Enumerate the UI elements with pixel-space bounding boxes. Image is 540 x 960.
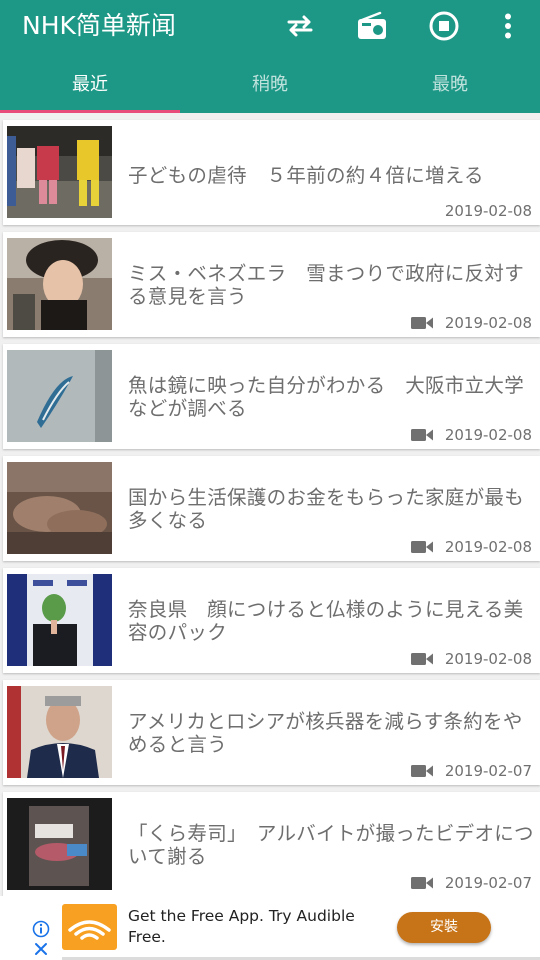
article-date: 2019-02-08 xyxy=(444,314,532,332)
article-thumbnail xyxy=(7,350,112,442)
video-icon xyxy=(410,429,433,441)
video-icon xyxy=(410,317,433,329)
article-card[interactable]: 「くら寿司」 アルバイトが撮ったビデオについて謝る 2019-02-07 xyxy=(3,792,540,897)
video-icon xyxy=(410,541,433,553)
article-card[interactable]: 魚は鏡に映った自分がわかる 大阪市立大学などが調べる 2019-02-08 xyxy=(3,344,540,449)
article-thumbnail xyxy=(7,126,112,218)
article-thumbnail xyxy=(7,574,112,666)
radio-icon xyxy=(358,11,386,39)
article-meta: 2019-02-08 xyxy=(445,202,532,220)
tab-indicator xyxy=(0,110,180,113)
article-title: 子どもの虐待 ５年前の約４倍に増える xyxy=(128,164,484,187)
radio-button[interactable] xyxy=(352,6,392,46)
tab-latest[interactable]: 最晚 xyxy=(360,60,540,113)
tab-recent[interactable]: 最近 xyxy=(0,60,180,113)
article-card[interactable]: 子どもの虐待 ５年前の約４倍に増える 2019-02-08 xyxy=(3,120,540,225)
article-meta: 2019-02-08 xyxy=(410,538,532,556)
video-icon xyxy=(410,877,433,889)
article-thumbnail xyxy=(7,238,112,330)
stop-icon xyxy=(429,11,459,41)
article-title: 「くら寿司」 アルバイトが撮ったビデオについて謝る xyxy=(128,822,534,868)
article-date: 2019-02-08 xyxy=(444,650,532,668)
article-meta: 2019-02-07 xyxy=(410,762,532,780)
info-icon[interactable] xyxy=(32,920,50,938)
article-thumbnail xyxy=(7,686,112,778)
article-title: ミス・ベネズエラ 雪まつりで政府に反対する意見を言う xyxy=(128,262,525,308)
close-icon[interactable] xyxy=(33,941,49,957)
article-thumbnail xyxy=(7,462,112,554)
article-thumbnail xyxy=(7,798,112,890)
article-title: アメリカとロシアが核兵器を減らす条約をやめると言う xyxy=(128,710,523,756)
article-card[interactable]: アメリカとロシアが核兵器を減らす条約をやめると言う 2019-02-07 xyxy=(3,680,540,785)
article-meta: 2019-02-08 xyxy=(410,650,532,668)
app-title: NHK简单新闻 xyxy=(22,11,176,40)
install-button[interactable]: 安裝 xyxy=(397,912,491,943)
app-bar: NHK简单新闻 最近 稍晚 最晚 xyxy=(0,0,540,113)
article-card[interactable]: 国から生活保護のお金をもらった家庭が最も多くなる 2019-02-08 xyxy=(3,456,540,561)
article-title: 国から生活保護のお金をもらった家庭が最も多くなる xyxy=(128,486,525,532)
article-meta: 2019-02-08 xyxy=(410,314,532,332)
more-options-button[interactable] xyxy=(488,6,528,46)
video-icon xyxy=(410,653,433,665)
stop-button[interactable] xyxy=(424,6,464,46)
article-date: 2019-02-08 xyxy=(444,202,532,220)
article-date: 2019-02-08 xyxy=(444,538,532,556)
article-meta: 2019-02-07 xyxy=(410,874,532,892)
article-date: 2019-02-07 xyxy=(444,762,532,780)
swap-icon xyxy=(287,15,313,37)
article-date: 2019-02-07 xyxy=(444,874,532,892)
article-date: 2019-02-08 xyxy=(444,426,532,444)
ad-text[interactable]: Get the Free App. Try Audible Free. xyxy=(128,906,378,948)
article-card[interactable]: ミス・ベネズエラ 雪まつりで政府に反対する意見を言う 2019-02-08 xyxy=(3,232,540,337)
audible-logo xyxy=(62,904,117,950)
swap-button[interactable] xyxy=(280,6,320,46)
more-vert-icon xyxy=(505,13,511,39)
article-meta: 2019-02-08 xyxy=(410,426,532,444)
video-icon xyxy=(410,765,433,777)
tab-later[interactable]: 稍晚 xyxy=(180,60,360,113)
tab-bar: 最近 稍晚 最晚 xyxy=(0,60,540,113)
article-card[interactable]: 奈良県 顔につけると仏様のように見える美容のパック 2019-02-08 xyxy=(3,568,540,673)
article-title: 奈良県 顔につけると仏様のように見える美容のパック xyxy=(128,598,524,644)
article-title: 魚は鏡に映った自分がわかる 大阪市立大学などが調べる xyxy=(128,374,525,420)
